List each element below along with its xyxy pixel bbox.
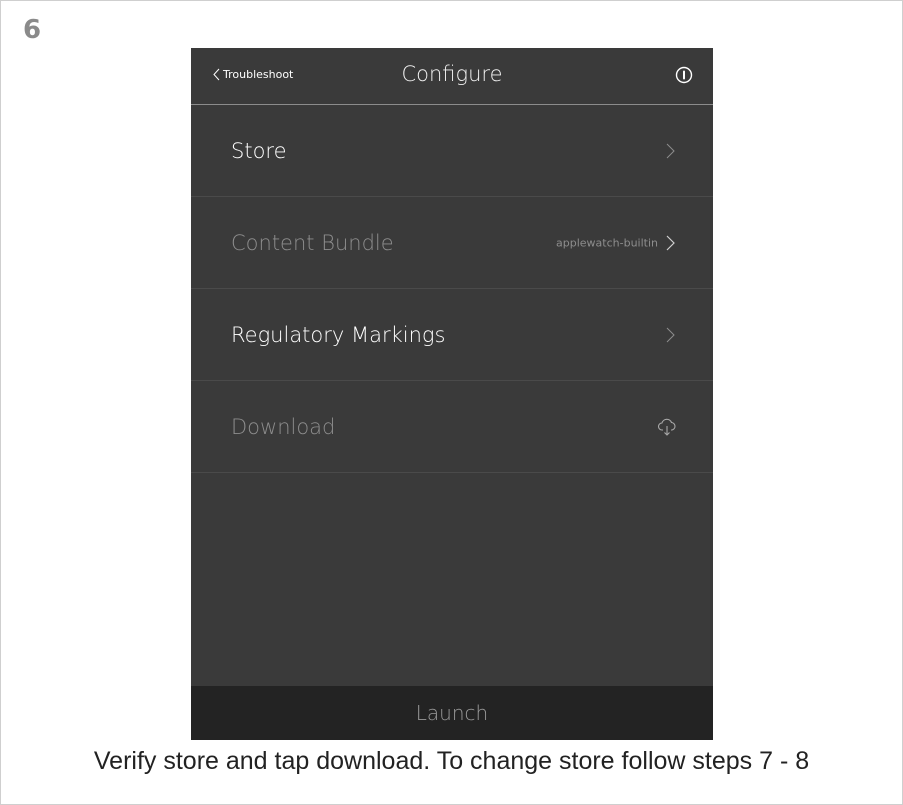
row-regulatory-markings[interactable]: Regulatory Markings (191, 289, 713, 381)
cloud-download-icon (657, 418, 676, 436)
step-number: 6 (23, 15, 42, 45)
page-title: Configure (401, 62, 503, 86)
instruction-caption: Verify store and tap download. To change… (93, 747, 810, 775)
row-download[interactable]: Download (191, 381, 713, 473)
row-download-label: Download (231, 414, 336, 439)
device-screen: Troubleshoot Configure Store Content Bun… (191, 48, 713, 740)
navigation-bar: Troubleshoot Configure (191, 48, 713, 105)
row-content-bundle-label: Content Bundle (231, 230, 394, 255)
row-content-bundle-value: applewatch-builtin (556, 236, 658, 249)
row-content-bundle[interactable]: Content Bundle applewatch-builtin (191, 197, 713, 289)
chevron-right-icon (666, 327, 675, 342)
info-icon[interactable] (675, 66, 693, 84)
row-regulatory-markings-label: Regulatory Markings (231, 322, 446, 347)
launch-button[interactable]: Launch (191, 686, 713, 740)
row-store[interactable]: Store (191, 105, 713, 197)
instruction-card: 6 Troubleshoot Configure Store Content B… (0, 0, 903, 805)
chevron-right-icon (666, 235, 675, 250)
row-store-label: Store (231, 138, 287, 163)
chevron-right-icon (666, 143, 675, 158)
